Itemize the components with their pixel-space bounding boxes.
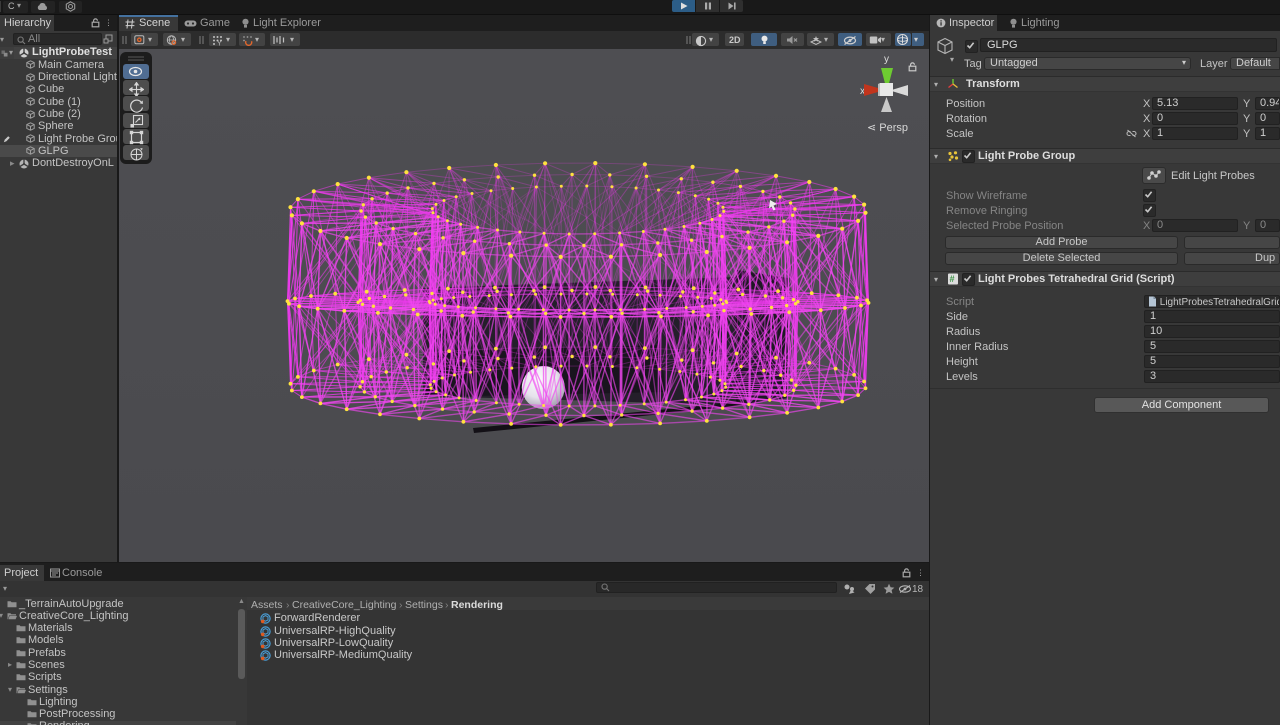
svg-text:y: y: [884, 54, 889, 65]
svg-text:Y: Y: [217, 41, 222, 47]
svg-text:#: #: [950, 274, 955, 284]
